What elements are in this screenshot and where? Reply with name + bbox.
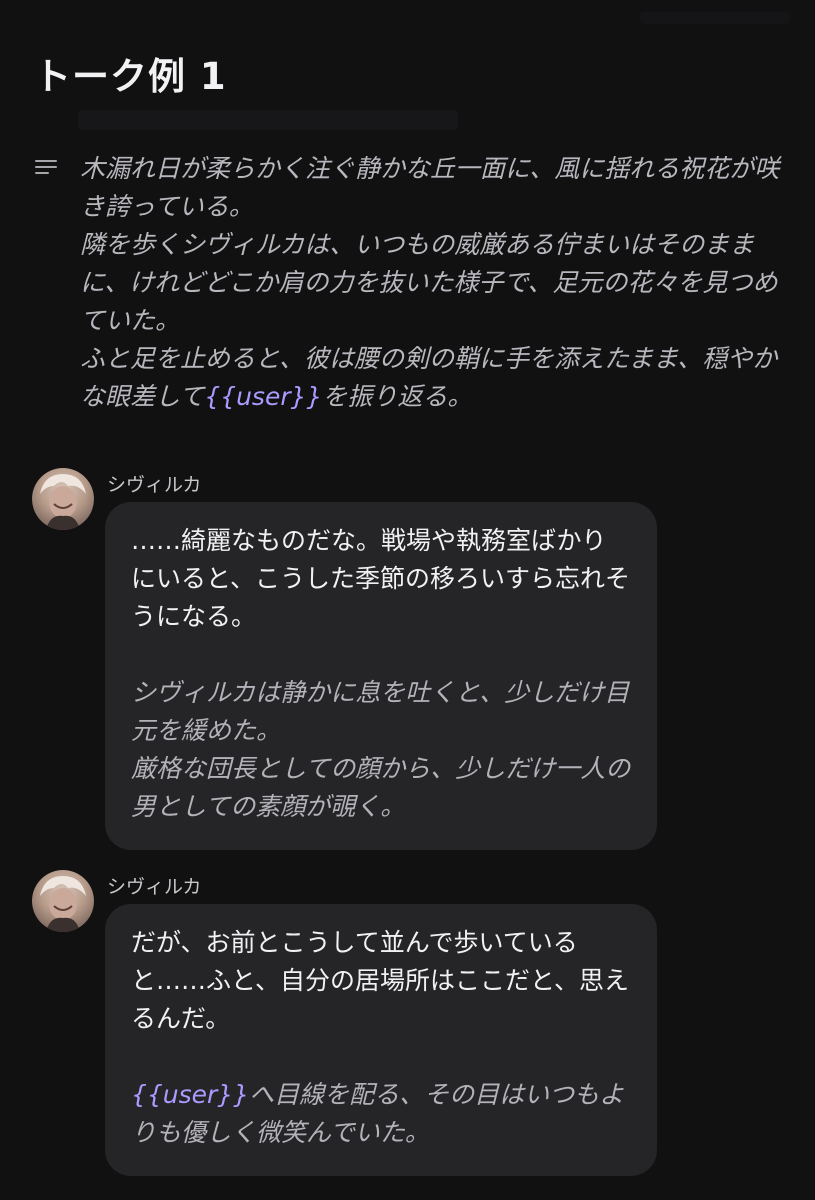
narration-text: 木漏れ日が柔らかく注ぐ静かな丘一面に、風に揺れる祝花が咲き誇っている。 隣を歩く… (80, 150, 780, 416)
speaker-name: シヴィルカ (107, 876, 202, 898)
dialogue-text: だが、お前とこうして並んで歩いていると……ふと、自分の居場所はここだと、思えるん… (131, 928, 630, 1033)
action-text: シヴィルカは静かに息を吐くと、少しだけ目元を緩めた。 (131, 678, 630, 745)
message-bubble: ……綺麗なものだな。戦場や執務室ばかりにいると、こうした季節の移ろいすら忘れそう… (105, 502, 657, 850)
faded-background-text (640, 12, 790, 24)
narration-line: ふと足を止めると、彼は腰の剣の鞘に手を添えたまま、穏やかな眼差して{{user}… (80, 344, 778, 411)
faded-background-text (78, 110, 458, 130)
user-placeholder-tag: {{user}} (204, 382, 323, 411)
dialogue-text: ……綺麗なものだな。戦場や執務室ばかりにいると、こうした季節の移ろいすら忘れそう… (131, 526, 631, 631)
narration-lines-icon (35, 160, 57, 178)
narration-line: 隣を歩くシヴィルカは、いつもの威厳ある佇まいはそのままに、けれどどこか肩の力を抜… (80, 230, 778, 335)
speaker-name: シヴィルカ (107, 474, 202, 496)
action-text: 厳格な団長としての顔から、少しだけ一人の男としての素顔が覗く。 (131, 754, 631, 821)
action-text: {{user}}へ目線を配る、その目はいつもよりも優しく微笑んでいた。 (131, 1080, 625, 1147)
narration-line: 木漏れ日が柔らかく注ぐ静かな丘一面に、風に揺れる祝花が咲き誇っている。 (80, 154, 780, 221)
character-avatar[interactable] (32, 870, 94, 932)
page-title: トーク例 1 (34, 55, 227, 98)
message-bubble: だが、お前とこうして並んで歩いていると……ふと、自分の居場所はここだと、思えるん… (105, 904, 657, 1176)
user-placeholder-tag: {{user}} (131, 1080, 250, 1109)
character-avatar[interactable] (32, 468, 94, 530)
